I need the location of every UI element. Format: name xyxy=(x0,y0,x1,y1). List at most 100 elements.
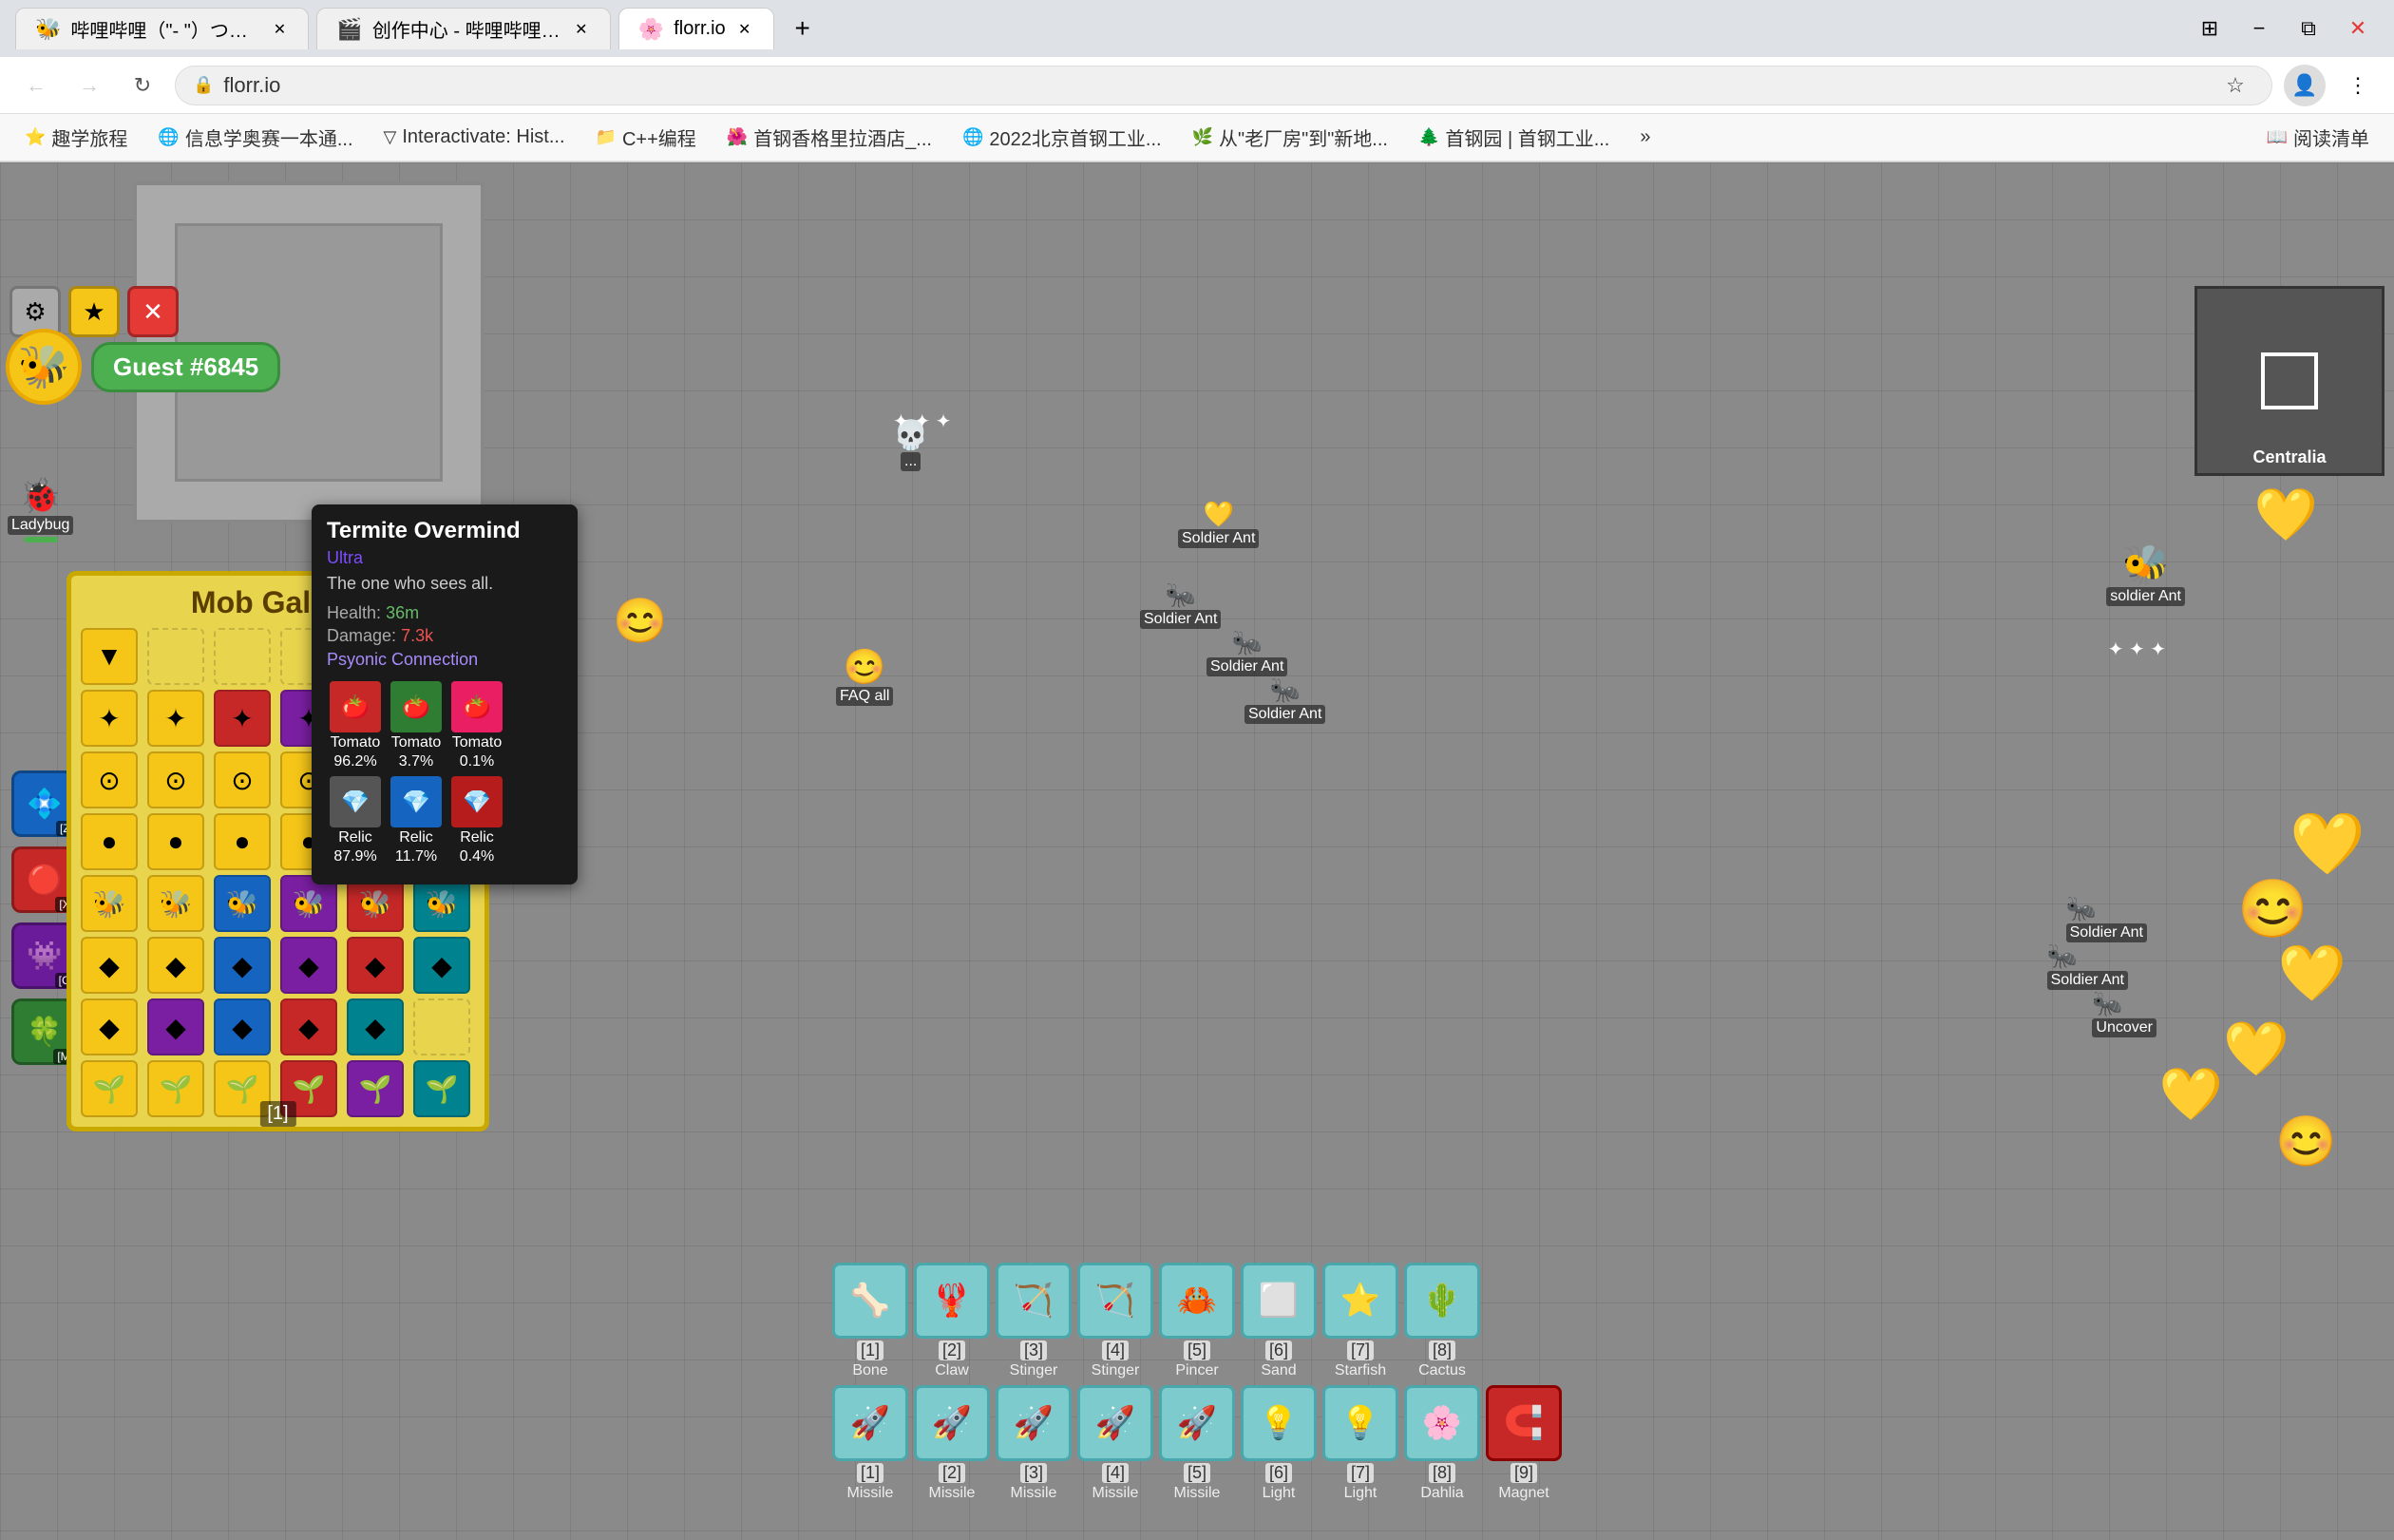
cluster-label1: Soldier Ant xyxy=(2066,923,2147,942)
mob-cell-r7c4[interactable]: ◆ xyxy=(280,998,337,1055)
magnet-slot[interactable]: 🧲 xyxy=(1486,1385,1562,1461)
missile5-slot[interactable]: 🚀 xyxy=(1159,1385,1235,1461)
pincer-slot[interactable]: 🦀 xyxy=(1159,1263,1235,1339)
bookmark-shougangyuan[interactable]: 🌲 首钢园 | 首钢工业... xyxy=(1409,120,1619,155)
mob-cell-r2c1[interactable]: ✦ xyxy=(81,690,138,747)
toolbar-sand[interactable]: ⬜ [6] Sand xyxy=(1241,1263,1317,1379)
mob-cell-r6c3[interactable]: ◆ xyxy=(214,937,271,994)
toolbar-missile1[interactable]: 🚀 [1] Missile xyxy=(832,1385,908,1502)
stinger2-slot[interactable]: 🏹 xyxy=(1077,1263,1153,1339)
mob-cell-r4c1[interactable]: ● xyxy=(81,813,138,870)
tab-close-3[interactable]: ✕ xyxy=(735,20,754,39)
mob-cell-r8c2[interactable]: 🌱 xyxy=(147,1060,204,1117)
toolbar-missile4[interactable]: 🚀 [4] Missile xyxy=(1077,1385,1153,1502)
cactus-slot[interactable]: 🌵 xyxy=(1404,1263,1480,1339)
bookmark-interact[interactable]: ▽ Interactivate: Hist... xyxy=(374,123,575,152)
tab-bilibili1[interactable]: 🐝 哔哩哔哩（"- "）つロ 干杯~！ ✕ xyxy=(15,8,309,49)
mob-cell-r7c5[interactable]: ◆ xyxy=(347,998,404,1055)
missile3-slot[interactable]: 🚀 xyxy=(996,1385,1072,1461)
mob-cell-r6c4[interactable]: ◆ xyxy=(280,937,337,994)
stinger1-slot[interactable]: 🏹 xyxy=(996,1263,1072,1339)
mob-cell-r8c5[interactable]: 🌱 xyxy=(347,1060,404,1117)
mob-cell-r2c3[interactable]: ✦ xyxy=(214,690,271,747)
restore-button[interactable]: ⧉ xyxy=(2288,8,2329,49)
toolbar-bone[interactable]: 🦴 [1] Bone xyxy=(832,1263,908,1379)
missile3-label: Missile xyxy=(1011,1485,1057,1502)
tab-close-1[interactable]: ✕ xyxy=(270,20,289,39)
bookmark-laofang[interactable]: 🌿 从"老厂房"到"新地... xyxy=(1183,120,1397,155)
toolbar-magnet[interactable]: 🧲 [9] Magnet xyxy=(1486,1385,1562,1502)
back-button[interactable]: ← xyxy=(15,65,57,106)
toolbar-missile2[interactable]: 🚀 [2] Missile xyxy=(914,1385,990,1502)
more-button[interactable]: ⋮ xyxy=(2337,65,2379,106)
claw-slot[interactable]: 🦞 xyxy=(914,1263,990,1339)
toolbar-missile3[interactable]: 🚀 [3] Missile xyxy=(996,1385,1072,1502)
minimap[interactable]: Centralia xyxy=(2194,286,2384,476)
mob-cell-r3c2[interactable]: ⊙ xyxy=(147,751,204,808)
mob-cell-r1c1[interactable]: ▼ xyxy=(81,628,138,685)
minimize-button[interactable]: − xyxy=(2238,8,2280,49)
toolbar-light1[interactable]: 💡 [6] Light xyxy=(1241,1385,1317,1502)
address-bar[interactable]: 🔒 florr.io ☆ xyxy=(175,66,2272,105)
toolbar-cactus[interactable]: 🌵 [8] Cactus xyxy=(1404,1263,1480,1379)
close-window-button[interactable]: ✕ xyxy=(2337,8,2379,49)
mob-cell-r8c1[interactable]: 🌱 xyxy=(81,1060,138,1117)
tab-bilibili2[interactable]: 🎬 创作中心 - 哔哩哔哩弹幕视频 ✕ xyxy=(316,8,610,49)
toolbar-row1: 🦴 [1] Bone 🦞 [2] Claw 🏹 [3] Stinger 🏹 [4… xyxy=(832,1263,1562,1379)
forward-button[interactable]: → xyxy=(68,65,110,106)
toolbar-stinger1[interactable]: 🏹 [3] Stinger xyxy=(996,1263,1072,1379)
bookmark-info[interactable]: 🌐 信息学奥赛一本通... xyxy=(148,120,362,155)
mob-cell-r5c2[interactable]: 🐝 xyxy=(147,875,204,932)
bone-slot[interactable]: 🦴 xyxy=(832,1263,908,1339)
mob-cell-r7c2[interactable]: ◆ xyxy=(147,998,204,1055)
tab-florro[interactable]: 🌸 florr.io ✕ xyxy=(618,8,774,49)
bookmark-cpp[interactable]: 📁 C++编程 xyxy=(586,120,706,155)
bookmark-quexue[interactable]: ⭐ 趣学旅程 xyxy=(15,120,137,155)
bookmark-icon-1: ⭐ xyxy=(25,127,46,147)
mob-cell-r4c3[interactable]: ● xyxy=(214,813,271,870)
mob-cell-r6c5[interactable]: ◆ xyxy=(347,937,404,994)
mob-cell-r6c6[interactable]: ◆ xyxy=(413,937,470,994)
toolbar-claw[interactable]: 🦞 [2] Claw xyxy=(914,1263,990,1379)
bookmark-readinglist[interactable]: 📖 阅读清单 xyxy=(2257,120,2379,155)
mob-cell-r8c6[interactable]: 🌱 xyxy=(413,1060,470,1117)
dahlia-slot[interactable]: 🌸 xyxy=(1404,1385,1480,1461)
mob-cell-r4c2[interactable]: ● xyxy=(147,813,204,870)
missile1-slot[interactable]: 🚀 xyxy=(832,1385,908,1461)
sand-slot[interactable]: ⬜ xyxy=(1241,1263,1317,1339)
light1-slot[interactable]: 💡 xyxy=(1241,1385,1317,1461)
bookmark-shougang1[interactable]: 🌐 2022北京首钢工业... xyxy=(953,120,1171,155)
bookmark-label-3: Interactivate: Hist... xyxy=(402,126,564,148)
tooltip-ability: Psyonic Connection xyxy=(327,650,562,670)
missile4-slot[interactable]: 🚀 xyxy=(1077,1385,1153,1461)
mob-cell-r3c1[interactable]: ⊙ xyxy=(81,751,138,808)
soldier-icon-2: 🐜 xyxy=(1166,580,1196,610)
bookmark-shangrila[interactable]: 🌺 首钢香格里拉酒店_... xyxy=(717,120,941,155)
toolbar-light2[interactable]: 💡 [7] Light xyxy=(1322,1385,1398,1502)
new-tab-button[interactable]: + xyxy=(782,8,824,49)
mob-cell-r7c1[interactable]: ◆ xyxy=(81,998,138,1055)
toolbar-dahlia[interactable]: 🌸 [8] Dahlia xyxy=(1404,1385,1480,1502)
game-area[interactable]: ⚙ ★ ✕ 🐝 Guest #6845 🐞 Ladybug 💠 [Z] 🔴 [X… xyxy=(0,162,2394,1540)
mob-cell-r3c3[interactable]: ⊙ xyxy=(214,751,271,808)
profile-button[interactable]: 👤 xyxy=(2284,65,2326,106)
mob-cell-r2c2[interactable]: ✦ xyxy=(147,690,204,747)
toolbar-starfish[interactable]: ⭐ [7] Starfish xyxy=(1322,1263,1398,1379)
toolbar-stinger2[interactable]: 🏹 [4] Stinger xyxy=(1077,1263,1153,1379)
light2-slot[interactable]: 💡 xyxy=(1322,1385,1398,1461)
bookmark-more[interactable]: » xyxy=(1630,123,1660,152)
toolbar-missile5[interactable]: 🚀 [5] Missile xyxy=(1159,1385,1235,1502)
reload-button[interactable]: ↻ xyxy=(122,65,163,106)
extensions-button[interactable]: ⊞ xyxy=(2189,8,2231,49)
bookmark-label-9: 阅读清单 xyxy=(2293,124,2369,151)
bookmark-star[interactable]: ☆ xyxy=(2216,67,2254,105)
mob-cell-r6c1[interactable]: ◆ xyxy=(81,937,138,994)
mob-cell-r6c2[interactable]: ◆ xyxy=(147,937,204,994)
starfish-slot[interactable]: ⭐ xyxy=(1322,1263,1398,1339)
toolbar-pincer[interactable]: 🦀 [5] Pincer xyxy=(1159,1263,1235,1379)
tab-close-2[interactable]: ✕ xyxy=(572,20,591,39)
mob-cell-r5c3[interactable]: 🐝 xyxy=(214,875,271,932)
mob-cell-r7c3[interactable]: ◆ xyxy=(214,998,271,1055)
missile2-slot[interactable]: 🚀 xyxy=(914,1385,990,1461)
mob-cell-r5c1[interactable]: 🐝 xyxy=(81,875,138,932)
